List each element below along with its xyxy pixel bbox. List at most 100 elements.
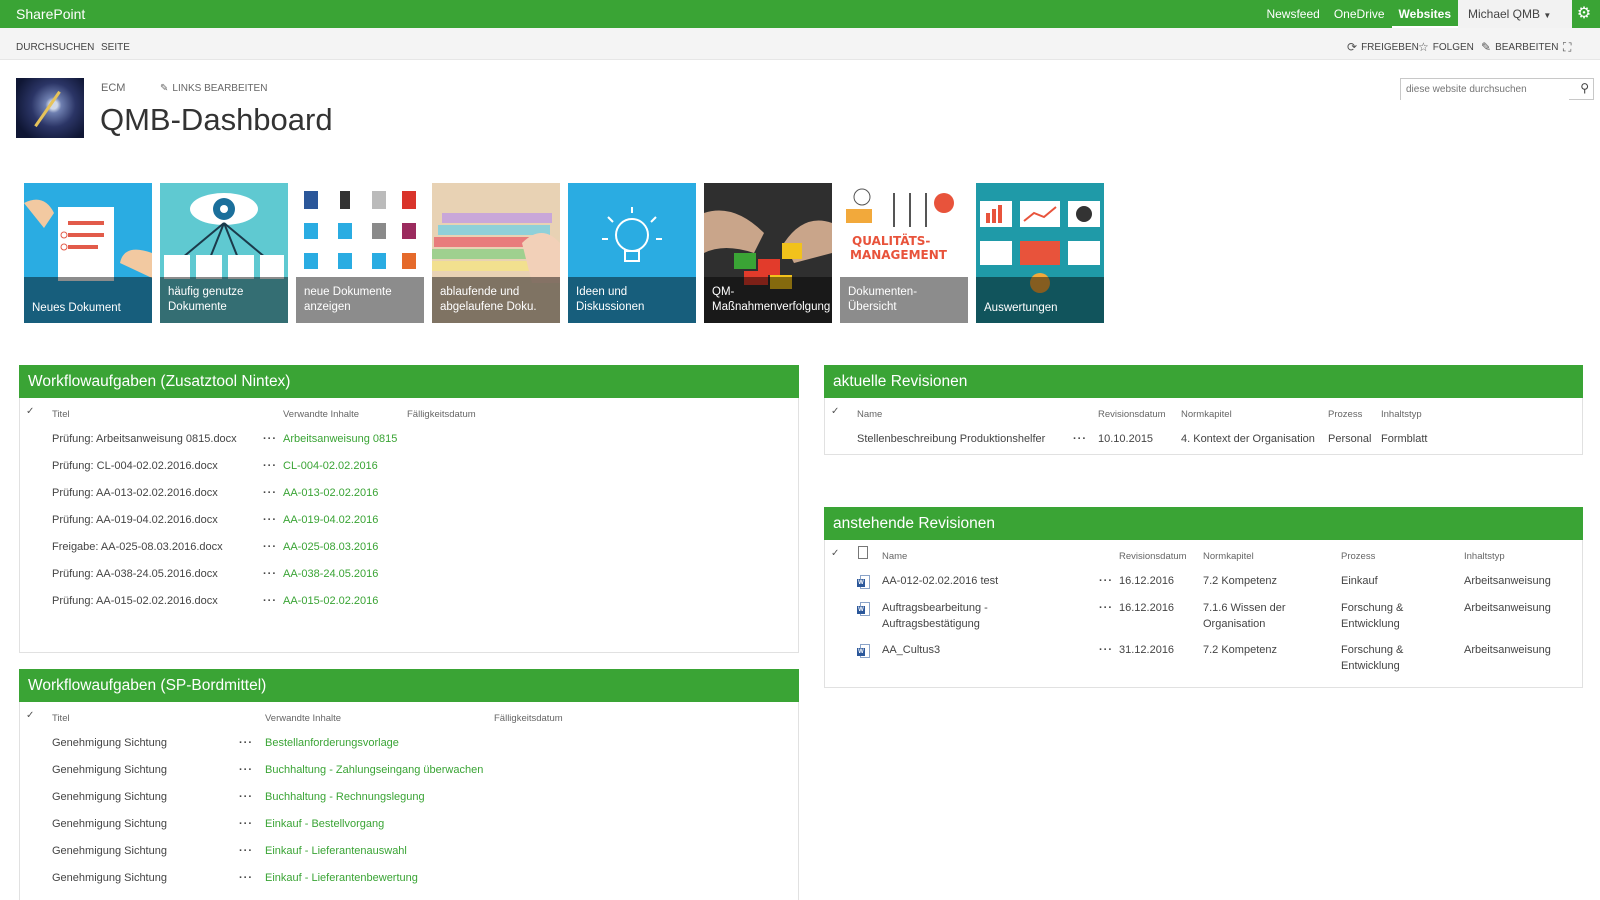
related-link[interactable]: AA-015-02.02.2016 — [283, 595, 378, 607]
related-link[interactable]: Buchhaltung - Zahlungseingang überwachen — [265, 764, 483, 776]
row-title[interactable]: Genehmigung Sichtung — [52, 845, 167, 857]
related-link[interactable]: AA-038-24.05.2016 — [283, 568, 378, 580]
edit-button[interactable]: ✎ BEARBEITEN — [1481, 40, 1558, 54]
suite-link-newsfeed[interactable]: Newsfeed — [1259, 0, 1326, 28]
table-row[interactable]: Genehmigung Sichtung ··· Einkauf - Liefe… — [20, 838, 798, 865]
column-header-chapter[interactable]: Normkapitel — [1181, 409, 1232, 420]
column-header-name[interactable]: Name — [882, 551, 907, 562]
select-all-check-icon[interactable]: ✓ — [26, 406, 34, 417]
column-header-revision-date[interactable]: Revisionsdatum — [1119, 551, 1187, 562]
tile-ideas-discussions[interactable]: Ideen und Diskussionen — [568, 183, 696, 323]
row-title[interactable]: Genehmigung Sichtung — [52, 872, 167, 884]
follow-button[interactable]: ☆ FOLGEN — [1418, 40, 1474, 54]
related-link[interactable]: Einkauf - Lieferantenbewertung — [265, 872, 418, 884]
related-link[interactable]: Buchhaltung - Rechnungslegung — [265, 791, 425, 803]
table-row[interactable]: Prüfung: AA-013-02.02.2016.docx ··· AA-0… — [20, 480, 798, 507]
related-link[interactable]: AA-013-02.02.2016 — [283, 487, 378, 499]
row-title[interactable]: Prüfung: AA-015-02.02.2016.docx — [52, 595, 218, 607]
row-title[interactable]: Prüfung: Arbeitsanweisung 0815.docx — [52, 433, 237, 445]
table-row[interactable]: Genehmigung Sichtung ··· Buchhaltung - R… — [20, 784, 798, 811]
ellipsis-menu-icon[interactable]: ··· — [1099, 602, 1113, 614]
word-document-icon[interactable]: W — [857, 602, 870, 617]
related-link[interactable]: AA-019-04.02.2016 — [283, 514, 378, 526]
table-row[interactable]: W Auftragsbearbeitung - Auftragsbestätig… — [825, 595, 1582, 637]
ellipsis-menu-icon[interactable]: ··· — [263, 514, 277, 526]
ellipsis-menu-icon[interactable]: ··· — [239, 818, 253, 830]
tile-reports[interactable]: Auswertungen — [976, 183, 1104, 323]
column-header-chapter[interactable]: Normkapitel — [1203, 551, 1254, 562]
table-row[interactable]: Prüfung: Arbeitsanweisung 0815.docx ··· … — [20, 426, 798, 453]
column-header-title[interactable]: Titel — [52, 409, 70, 420]
row-title[interactable]: Prüfung: AA-038-24.05.2016.docx — [52, 568, 218, 580]
table-row[interactable]: W AA_Cultus3 ··· 31.12.2016 7.2 Kompeten… — [825, 637, 1582, 679]
related-link[interactable]: Bestellanforderungsvorlage — [265, 737, 399, 749]
site-logo[interactable] — [16, 78, 84, 138]
tile-frequent-documents[interactable]: häufig genutze Dokumente — [160, 183, 288, 323]
column-header-revision-date[interactable]: Revisionsdatum — [1098, 409, 1166, 420]
tile-new-documents[interactable]: neue Dokumente anzeigen — [296, 183, 424, 323]
row-name[interactable]: AA_Cultus3 — [882, 644, 940, 656]
ellipsis-menu-icon[interactable]: ··· — [239, 737, 253, 749]
suite-link-onedrive[interactable]: OneDrive — [1327, 0, 1392, 28]
related-link[interactable]: Einkauf - Lieferantenauswahl — [265, 845, 407, 857]
ellipsis-menu-icon[interactable]: ··· — [1099, 644, 1113, 656]
ellipsis-menu-icon[interactable]: ··· — [1099, 575, 1113, 587]
ellipsis-menu-icon[interactable]: ··· — [263, 541, 277, 553]
column-header-process[interactable]: Prozess — [1341, 551, 1375, 562]
row-title[interactable]: Freigabe: AA-025-08.03.2016.docx — [52, 541, 223, 553]
sharepoint-brand[interactable]: SharePoint — [16, 6, 85, 22]
tile-new-document[interactable]: Neues Dokument — [24, 183, 152, 323]
row-title[interactable]: Prüfung: AA-019-04.02.2016.docx — [52, 514, 218, 526]
word-document-icon[interactable]: W — [857, 575, 870, 590]
tile-qm-measures[interactable]: QM-Maßnahmenverfolgung — [704, 183, 832, 323]
ellipsis-menu-icon[interactable]: ··· — [263, 487, 277, 499]
ellipsis-menu-icon[interactable]: ··· — [239, 791, 253, 803]
ellipsis-menu-icon[interactable]: ··· — [239, 845, 253, 857]
edit-links-button[interactable]: ✎ LINKS BEARBEITEN — [160, 83, 267, 94]
column-header-title[interactable]: Titel — [52, 713, 70, 724]
select-all-check-icon[interactable]: ✓ — [26, 710, 34, 721]
row-name-line2[interactable]: Auftragsbestätigung — [882, 618, 980, 630]
column-header-due[interactable]: Fälligkeitsdatum — [407, 409, 476, 420]
column-header-content-type[interactable]: Inhaltstyp — [1464, 551, 1505, 562]
row-title[interactable]: Genehmigung Sichtung — [52, 818, 167, 830]
ellipsis-menu-icon[interactable]: ··· — [239, 764, 253, 776]
related-link[interactable]: Einkauf - Bestellvorgang — [265, 818, 384, 830]
select-all-check-icon[interactable]: ✓ — [831, 406, 839, 417]
gear-icon[interactable]: ⚙ — [1574, 3, 1594, 23]
webpart-title[interactable]: aktuelle Revisionen — [824, 365, 1583, 398]
select-all-check-icon[interactable]: ✓ — [831, 548, 839, 559]
search-icon[interactable]: ⚲ — [1580, 81, 1589, 95]
breadcrumb[interactable]: ECM — [101, 82, 125, 94]
table-row[interactable]: Prüfung: CL-004-02.02.2016.docx ··· CL-0… — [20, 453, 798, 480]
table-row[interactable]: Genehmigung Sichtung ··· Einkauf - Beste… — [20, 811, 798, 838]
row-title[interactable]: Prüfung: AA-013-02.02.2016.docx — [52, 487, 218, 499]
table-row[interactable]: Genehmigung Sichtung ··· Buchhaltung - Z… — [20, 757, 798, 784]
row-title[interactable]: Genehmigung Sichtung — [52, 737, 167, 749]
table-row[interactable]: Prüfung: AA-015-02.02.2016.docx ··· AA-0… — [20, 588, 798, 615]
tile-expiring-documents[interactable]: ablaufende und abgelaufene Doku. — [432, 183, 560, 323]
row-title[interactable]: Genehmigung Sichtung — [52, 764, 167, 776]
table-row[interactable]: Prüfung: AA-019-04.02.2016.docx ··· AA-0… — [20, 507, 798, 534]
webpart-title[interactable]: Workflowaufgaben (Zusatztool Nintex) — [19, 365, 799, 398]
table-row[interactable]: Freigabe: AA-025-08.03.2016.docx ··· AA-… — [20, 534, 798, 561]
search-input[interactable] — [1401, 79, 1569, 100]
column-header-content-type[interactable]: Inhaltstyp — [1381, 409, 1422, 420]
related-link[interactable]: AA-025-08.03.2016 — [283, 541, 378, 553]
column-header-name[interactable]: Name — [857, 409, 882, 420]
tab-browse[interactable]: DURCHSUCHEN — [16, 42, 94, 53]
column-header-related[interactable]: Verwandte Inhalte — [265, 713, 341, 724]
column-header-related[interactable]: Verwandte Inhalte — [283, 409, 359, 420]
table-row[interactable]: Genehmigung Sichtung ··· Bestellanforder… — [20, 730, 798, 757]
column-header-process[interactable]: Prozess — [1328, 409, 1362, 420]
table-row[interactable]: Stellenbeschreibung Produktionshelfer ··… — [825, 426, 1582, 453]
related-link[interactable]: Arbeitsanweisung 0815 — [283, 433, 397, 445]
row-title[interactable]: Prüfung: CL-004-02.02.2016.docx — [52, 460, 218, 472]
focus-content-button[interactable]: ⛶ — [1563, 40, 1571, 55]
tile-document-overview[interactable]: QUALITÄTS- MANAGEMENT Dokumenten-Übersic… — [840, 183, 968, 323]
ellipsis-menu-icon[interactable]: ··· — [1073, 433, 1087, 445]
row-name[interactable]: Auftragsbearbeitung - — [882, 602, 988, 614]
column-header-due[interactable]: Fälligkeitsdatum — [494, 713, 563, 724]
row-title[interactable]: Genehmigung Sichtung — [52, 791, 167, 803]
ellipsis-menu-icon[interactable]: ··· — [263, 433, 277, 445]
